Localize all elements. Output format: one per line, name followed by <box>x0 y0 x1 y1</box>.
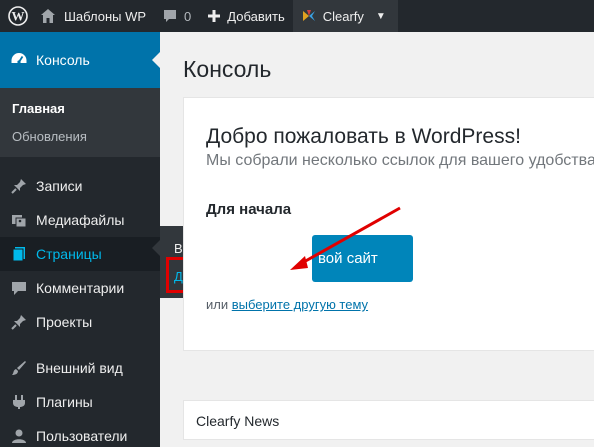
admin-bar: W Шаблоны WP 0 Добавить Clearfy ▼ <box>0 0 594 32</box>
sidebar-item-label: Внешний вид <box>36 360 123 376</box>
sidebar-item-projects[interactable]: Проекты <box>0 305 160 339</box>
sidebar-item-appearance[interactable]: Внешний вид <box>0 351 160 385</box>
change-theme-text: или выберите другую тему <box>206 297 368 312</box>
welcome-title: Добро пожаловать в WordPress! <box>206 125 521 148</box>
home-icon <box>40 8 56 24</box>
sidebar-item-label: Записи <box>36 178 83 194</box>
svg-text:W: W <box>12 9 25 24</box>
brush-icon <box>10 359 28 377</box>
widget-title: Clearfy News <box>196 413 280 429</box>
pages-icon <box>10 245 28 263</box>
dashboard-submenu: Главная Обновления <box>0 88 160 157</box>
submenu-item-home[interactable]: Главная <box>0 94 160 122</box>
plugin-icon <box>10 393 28 411</box>
submenu-item-updates[interactable]: Обновления <box>0 122 160 150</box>
change-theme-link[interactable]: выберите другую тему <box>232 297 368 312</box>
customize-site-button[interactable]: вой сайт <box>312 235 413 282</box>
sidebar-item-plugins[interactable]: Плагины <box>0 385 160 419</box>
clearfy-logo-icon <box>301 8 317 24</box>
sidebar-item-users[interactable]: Пользователи <box>0 419 160 447</box>
comments-link[interactable]: 0 <box>154 0 199 32</box>
page-title: Консоль <box>183 56 272 82</box>
sidebar-item-media[interactable]: Медиафайлы <box>0 203 160 237</box>
add-new-label: Добавить <box>227 8 285 24</box>
caret-down-icon: ▼ <box>375 10 386 22</box>
sidebar-item-comments[interactable]: Комментарии <box>0 271 160 305</box>
wordpress-logo-icon[interactable]: W <box>0 0 36 32</box>
get-started-heading: Для начала <box>206 201 292 218</box>
clearfy-news-widget: Clearfy News <box>183 400 594 440</box>
sidebar-item-label: Комментарии <box>36 280 125 296</box>
sidebar-item-pages[interactable]: Страницы <box>0 237 160 271</box>
pin-icon <box>10 313 28 331</box>
clearfy-label: Clearfy <box>322 8 364 24</box>
pin-icon <box>10 177 28 195</box>
sidebar-item-posts[interactable]: Записи <box>0 169 160 203</box>
clearfy-menu[interactable]: Clearfy ▼ <box>292 0 398 32</box>
dashboard-icon <box>10 51 28 69</box>
sidebar-item-label: Плагины <box>36 394 93 410</box>
sidebar-item-label: Медиафайлы <box>36 212 125 228</box>
sidebar-item-dashboard[interactable]: Консоль <box>0 32 160 88</box>
comment-icon <box>162 8 178 24</box>
welcome-panel: Добро пожаловать в WordPress! Мы собрали… <box>183 97 594 351</box>
users-icon <box>10 427 28 445</box>
menu-separator <box>0 157 160 169</box>
media-icon <box>10 211 28 229</box>
sidebar-item-label: Консоль <box>36 52 90 68</box>
welcome-about-text: Мы собрали несколько ссылок для вашего у… <box>206 152 594 169</box>
sidebar-item-label: Пользователи <box>36 428 128 444</box>
sidebar-item-label: Проекты <box>36 314 93 330</box>
sidebar-item-label: Страницы <box>36 246 102 262</box>
plus-icon <box>207 9 221 23</box>
menu-separator <box>0 339 160 351</box>
comment-icon <box>10 279 28 297</box>
comments-count: 0 <box>184 8 192 24</box>
admin-sidebar: Консоль Главная Обновления Записи Медиаф… <box>0 32 160 447</box>
or-text: или <box>206 297 229 312</box>
site-name: Шаблоны WP <box>64 8 147 24</box>
site-name-link[interactable]: Шаблоны WP <box>36 0 154 32</box>
add-new-link[interactable]: Добавить <box>199 0 292 32</box>
